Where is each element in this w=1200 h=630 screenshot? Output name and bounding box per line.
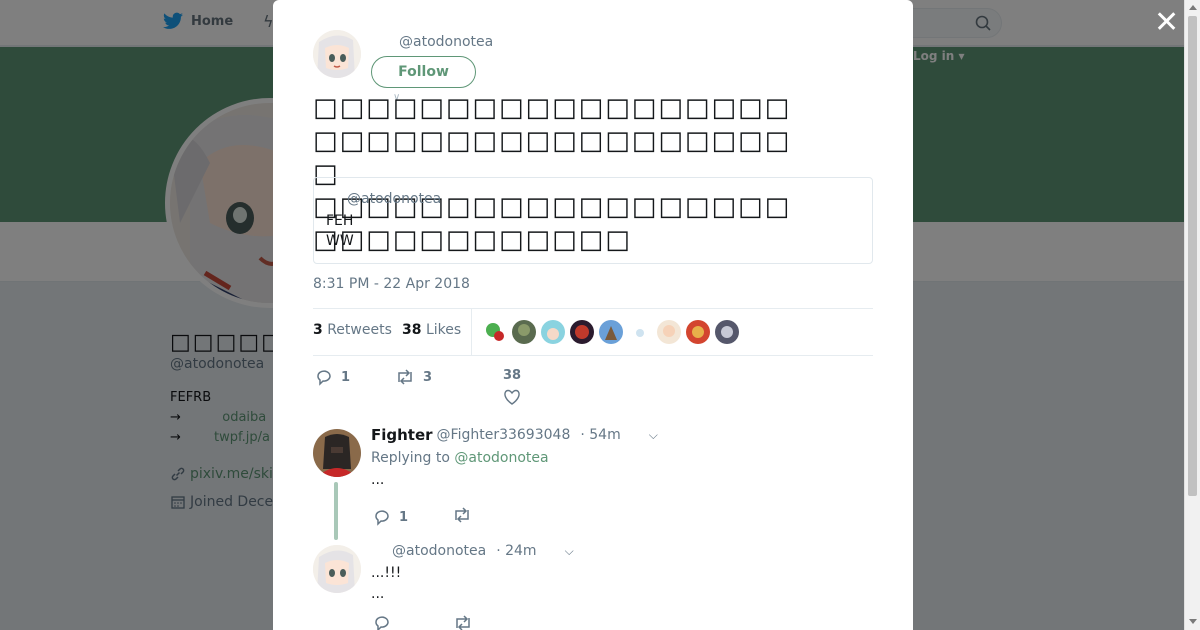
replying-to: Replying to @atodonotea xyxy=(371,450,913,466)
avatar-illustration xyxy=(313,429,361,477)
like-button[interactable]: 38 xyxy=(503,368,521,405)
tweet-author-avatar[interactable] xyxy=(313,30,361,78)
likes-count: 38 xyxy=(402,322,422,338)
close-modal-button[interactable]: ✕ xyxy=(1154,8,1179,38)
reply-author-avatar[interactable] xyxy=(313,429,361,477)
reply-time[interactable]: · 24m xyxy=(496,543,536,559)
liker-avatar[interactable] xyxy=(570,320,594,344)
liker-avatar[interactable] xyxy=(686,320,710,344)
retweet-button[interactable] xyxy=(453,614,473,630)
reply-actions: 1 xyxy=(373,506,472,528)
reply-icon xyxy=(375,510,389,526)
liker-avatar[interactable] xyxy=(483,320,507,344)
reply-count: 1 xyxy=(341,369,351,385)
reply-header: Fighter @Fighter33693048 · 54m ⌵ xyxy=(371,426,913,444)
avatar-illustration xyxy=(313,545,361,593)
chevron-down-icon[interactable]: ⌵ xyxy=(565,544,574,559)
retweets-count: 3 xyxy=(313,322,323,338)
likes-stat[interactable]: 38 Likes xyxy=(402,322,461,338)
tweet-author-handle[interactable]: @atodonotea xyxy=(399,34,493,50)
chevron-down-icon[interactable]: ⌵ xyxy=(649,428,658,443)
reply-text-line: ... xyxy=(371,586,385,602)
retweets-label: Retweets xyxy=(327,322,392,338)
like-count: 38 xyxy=(503,368,522,383)
stats-divider xyxy=(471,309,472,355)
reply-author-name[interactable]: Fighter xyxy=(371,426,433,444)
reply-text-line: ...!!! xyxy=(371,565,402,581)
reply-text: ...!!! ... xyxy=(371,563,401,605)
reply-author-handle[interactable]: @atodonotea xyxy=(392,543,486,559)
tweet-modal: @atodonotea Follow ∨ □□□□□□□□□□□□□□□□□□□… xyxy=(273,0,913,630)
thread-connector xyxy=(334,482,338,540)
reply-icon xyxy=(317,370,331,386)
reply-icon xyxy=(375,616,389,630)
reply-header: @atodonotea · 24m ⌵ xyxy=(392,543,913,559)
quoted-tweet-text: FEH WW xyxy=(326,211,354,251)
tweet-timestamp: 8:31 PM - 22 Apr 2018 xyxy=(313,276,470,292)
follow-button[interactable]: Follow xyxy=(371,56,476,88)
tweet-stats: 3 Retweets 38 Likes xyxy=(313,308,873,356)
reply-button[interactable]: 1 xyxy=(315,368,350,386)
retweets-stat[interactable]: 3 Retweets xyxy=(313,322,392,338)
retweet-icon xyxy=(456,615,470,630)
retweet-icon xyxy=(455,507,469,523)
reply-button[interactable]: 1 xyxy=(373,508,408,526)
retweet-icon xyxy=(398,369,412,385)
page-scrollbar[interactable] xyxy=(1184,0,1200,630)
liker-avatar[interactable] xyxy=(599,320,623,344)
heart-icon xyxy=(504,389,520,405)
retweet-count: 3 xyxy=(423,369,433,385)
tweet-actions: 1 3 38 xyxy=(313,366,613,410)
liker-avatar[interactable] xyxy=(657,320,681,344)
liker-avatar[interactable] xyxy=(541,320,565,344)
avatar-illustration xyxy=(313,30,361,78)
retweet-button[interactable] xyxy=(452,506,472,528)
scroll-down-arrow-icon[interactable] xyxy=(1189,619,1197,624)
close-icon: ✕ xyxy=(1154,5,1180,40)
liker-avatars xyxy=(483,320,739,344)
scroll-up-arrow-icon[interactable] xyxy=(1189,5,1197,10)
reply-text: ... xyxy=(371,472,385,488)
quoted-tweet[interactable]: @atodonotea FEH WW xyxy=(313,177,873,264)
reply-count: 1 xyxy=(399,509,409,525)
quoted-text-line: FEH xyxy=(326,213,354,229)
likes-label: Likes xyxy=(425,322,462,338)
liker-avatar[interactable] xyxy=(715,320,739,344)
quoted-text-line: WW xyxy=(326,233,354,249)
replying-to-prefix: Replying to xyxy=(371,450,450,466)
reply-button[interactable] xyxy=(373,614,391,630)
liker-avatar[interactable] xyxy=(628,320,652,344)
scrollbar-thumb[interactable] xyxy=(1188,16,1197,496)
reply-actions xyxy=(373,614,473,630)
reply-tweet: Fighter @Fighter33693048 · 54m ⌵ Replyin… xyxy=(371,426,913,488)
quoted-tweet-handle: @atodonotea xyxy=(347,191,442,207)
reply-tweet: @atodonotea · 24m ⌵ xyxy=(392,543,913,559)
reply-author-handle[interactable]: @Fighter33693048 xyxy=(437,427,571,443)
liker-avatar[interactable] xyxy=(512,320,536,344)
reply-time[interactable]: · 54m xyxy=(580,427,620,443)
reply-author-avatar[interactable] xyxy=(313,545,361,593)
retweet-button[interactable]: 3 xyxy=(395,368,432,386)
replying-to-link[interactable]: @atodonotea xyxy=(454,450,548,466)
